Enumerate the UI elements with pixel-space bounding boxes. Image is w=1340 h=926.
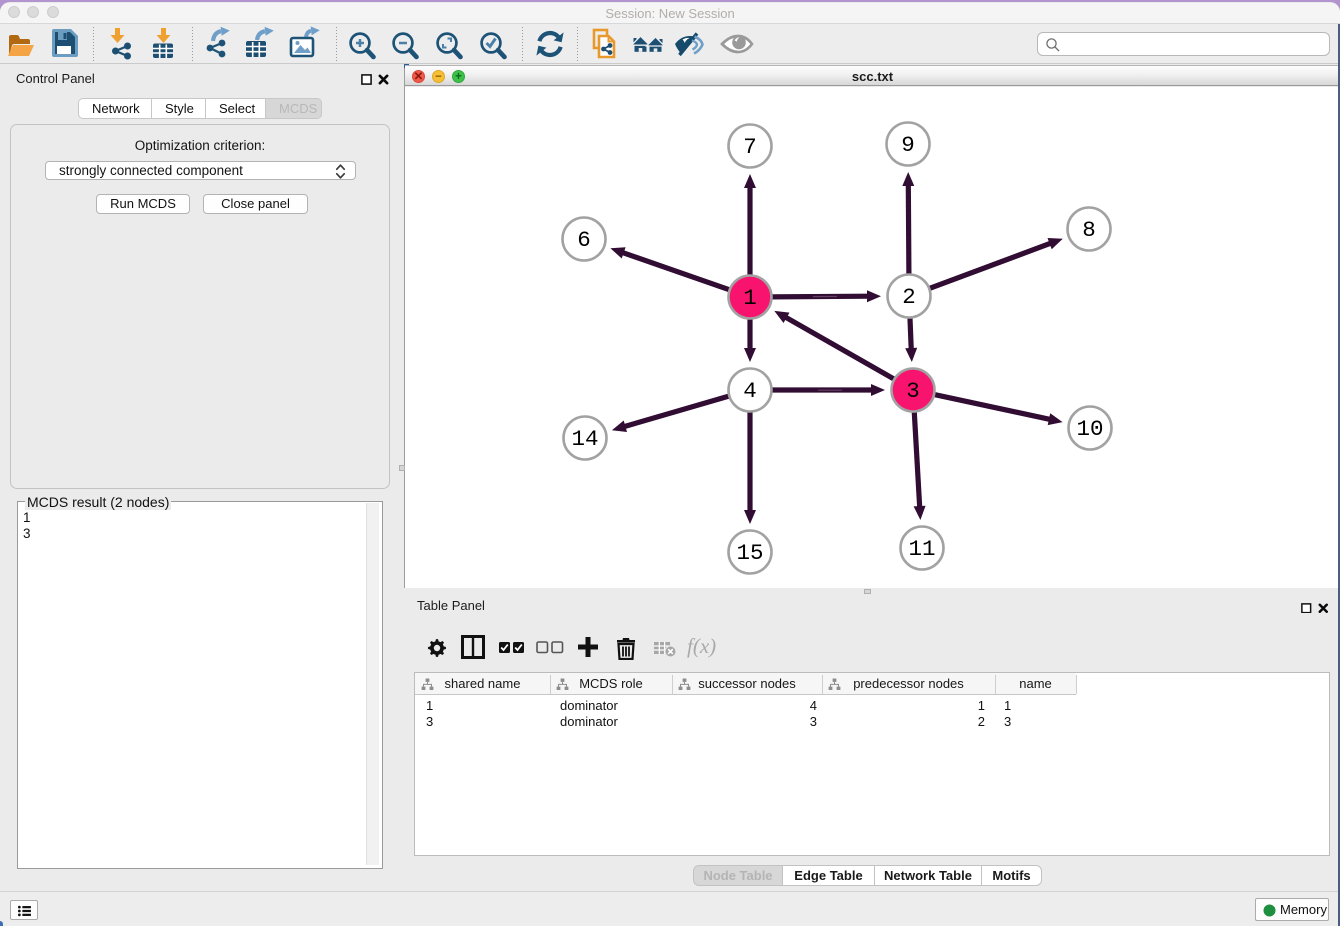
- svg-text:4: 4: [743, 378, 757, 404]
- svg-text:3: 3: [906, 378, 920, 404]
- svg-text:1: 1: [743, 285, 757, 311]
- svg-text:15: 15: [736, 540, 763, 566]
- svg-text:7: 7: [743, 134, 757, 160]
- svg-text:8: 8: [1082, 217, 1096, 243]
- svg-text:10: 10: [1076, 416, 1103, 442]
- svg-text:2: 2: [902, 284, 916, 310]
- svg-text:9: 9: [901, 132, 915, 158]
- svg-text:11: 11: [908, 536, 935, 562]
- svg-text:14: 14: [571, 426, 598, 452]
- svg-text:6: 6: [577, 227, 591, 253]
